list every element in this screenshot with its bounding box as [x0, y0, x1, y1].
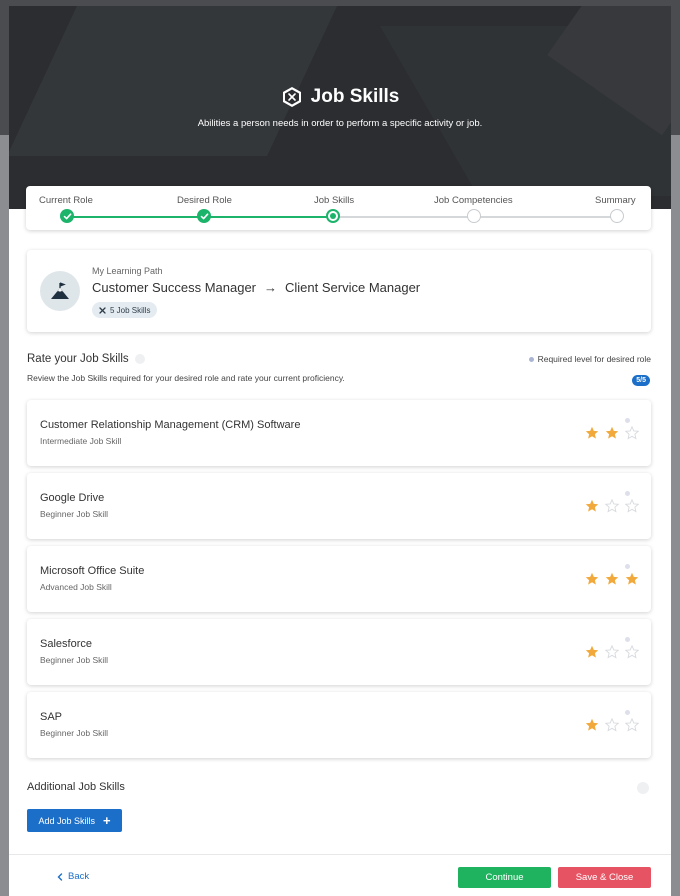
job-skills-count-badge: 5 Job Skills	[92, 302, 158, 318]
rate-section-title-row: Rate your Job Skills	[27, 353, 145, 365]
step-label-job-competencies: Job Competencies	[434, 195, 513, 206]
required-level-marker	[625, 710, 630, 715]
skill-level: Beginner Job Skill	[40, 509, 109, 519]
skill-level: Intermediate Job Skill	[40, 436, 122, 446]
skill-card: Salesforce Beginner Job Skill	[27, 619, 651, 685]
tools-icon	[99, 306, 106, 314]
skill-card: Customer Relationship Management (CRM) S…	[27, 400, 651, 466]
step-desired-role[interactable]	[197, 209, 211, 223]
step-label-summary: Summary	[595, 195, 636, 206]
learning-path-label: My Learning Path	[92, 266, 163, 276]
step-job-skills[interactable]	[326, 209, 340, 223]
desired-role-name: Client Service Manager	[285, 280, 421, 295]
current-role-name: Customer Success Manager	[92, 280, 257, 295]
step-job-competencies[interactable]	[467, 209, 481, 223]
star-filled-icon[interactable]	[605, 426, 619, 440]
star-empty-icon[interactable]	[625, 426, 639, 440]
step-summary[interactable]	[610, 209, 624, 223]
learning-path-card: My Learning Path Customer Success Manage…	[27, 250, 651, 332]
add-job-skills-button[interactable]: Add Job Skills +	[27, 809, 122, 832]
skill-level: Beginner Job Skill	[40, 655, 109, 665]
page-title-row: Job Skills	[9, 86, 671, 108]
star-filled-icon[interactable]	[585, 645, 599, 659]
skill-name: Customer Relationship Management (CRM) S…	[40, 419, 301, 431]
star-empty-icon[interactable]	[625, 718, 639, 732]
page-title: Job Skills	[310, 86, 400, 107]
additional-skills-title: Additional Job Skills	[27, 781, 125, 793]
step-label-current-role: Current Role	[39, 195, 93, 206]
rated-count-badge: 5/5	[632, 375, 650, 386]
step-label-job-skills: Job Skills	[314, 195, 355, 206]
star-empty-icon[interactable]	[605, 499, 619, 513]
learning-path-roles: Customer Success Manager → Client Servic…	[92, 280, 420, 295]
required-level-legend: Required level for desired role	[528, 354, 651, 364]
modal-footer: Back Continue Save & Close	[9, 854, 671, 896]
job-skills-icon	[281, 86, 303, 108]
star-empty-icon[interactable]	[625, 499, 639, 513]
required-level-marker	[625, 564, 630, 569]
mountain-flag-icon	[40, 271, 80, 311]
star-filled-icon[interactable]	[625, 572, 639, 586]
info-icon[interactable]	[637, 782, 649, 794]
skill-name: Salesforce	[40, 638, 92, 650]
step-label-desired-role: Desired Role	[177, 195, 232, 206]
required-level-marker	[625, 637, 630, 642]
star-empty-icon[interactable]	[625, 645, 639, 659]
chevron-left-icon	[57, 872, 63, 881]
legend-text: Required level for desired role	[537, 354, 651, 364]
star-filled-icon[interactable]	[605, 572, 619, 586]
skills-list: Customer Relationship Management (CRM) S…	[27, 400, 651, 765]
star-rating	[581, 564, 641, 592]
backdrop-left	[0, 0, 9, 896]
header-banner: Job Skills Abilities a person needs in o…	[9, 6, 671, 209]
skill-name: Microsoft Office Suite	[40, 565, 145, 577]
rate-section-title: Rate your Job Skills	[27, 353, 129, 365]
star-empty-icon[interactable]	[605, 645, 619, 659]
plus-icon: +	[102, 813, 111, 828]
job-skills-modal: Job Skills Abilities a person needs in o…	[9, 6, 671, 896]
check-icon	[200, 212, 208, 219]
skill-card: SAP Beginner Job Skill	[27, 692, 651, 758]
required-level-dot-icon	[528, 356, 534, 362]
page-subtitle: Abilities a person needs in order to per…	[197, 118, 483, 129]
star-empty-icon[interactable]	[605, 718, 619, 732]
skill-name: SAP	[40, 711, 63, 723]
required-level-marker	[625, 418, 630, 423]
skill-card: Microsoft Office Suite Advanced Job Skill	[27, 546, 651, 612]
info-icon[interactable]	[134, 354, 145, 364]
star-rating	[581, 418, 641, 446]
star-rating	[581, 710, 641, 738]
skill-level: Advanced Job Skill	[40, 582, 112, 592]
check-icon	[63, 212, 71, 219]
star-filled-icon[interactable]	[585, 572, 599, 586]
back-button[interactable]: Back	[57, 871, 89, 882]
star-filled-icon[interactable]	[585, 499, 599, 513]
arrow-right-icon: →	[264, 280, 278, 295]
star-filled-icon[interactable]	[585, 718, 599, 732]
skill-name: Google Drive	[40, 492, 105, 504]
backdrop-right	[671, 0, 680, 896]
progress-stepper: Current Role Desired Role Job Skills Job…	[26, 186, 651, 230]
continue-button[interactable]: Continue	[458, 867, 551, 888]
star-rating	[581, 637, 641, 665]
rate-section-description: Review the Job Skills required for your …	[27, 373, 345, 383]
save-close-button[interactable]: Save & Close	[558, 867, 651, 888]
required-level-marker	[625, 491, 630, 496]
star-filled-icon[interactable]	[585, 426, 599, 440]
step-current-role[interactable]	[60, 209, 74, 223]
skill-level: Beginner Job Skill	[40, 728, 109, 738]
skill-card: Google Drive Beginner Job Skill	[27, 473, 651, 539]
star-rating	[581, 491, 641, 519]
